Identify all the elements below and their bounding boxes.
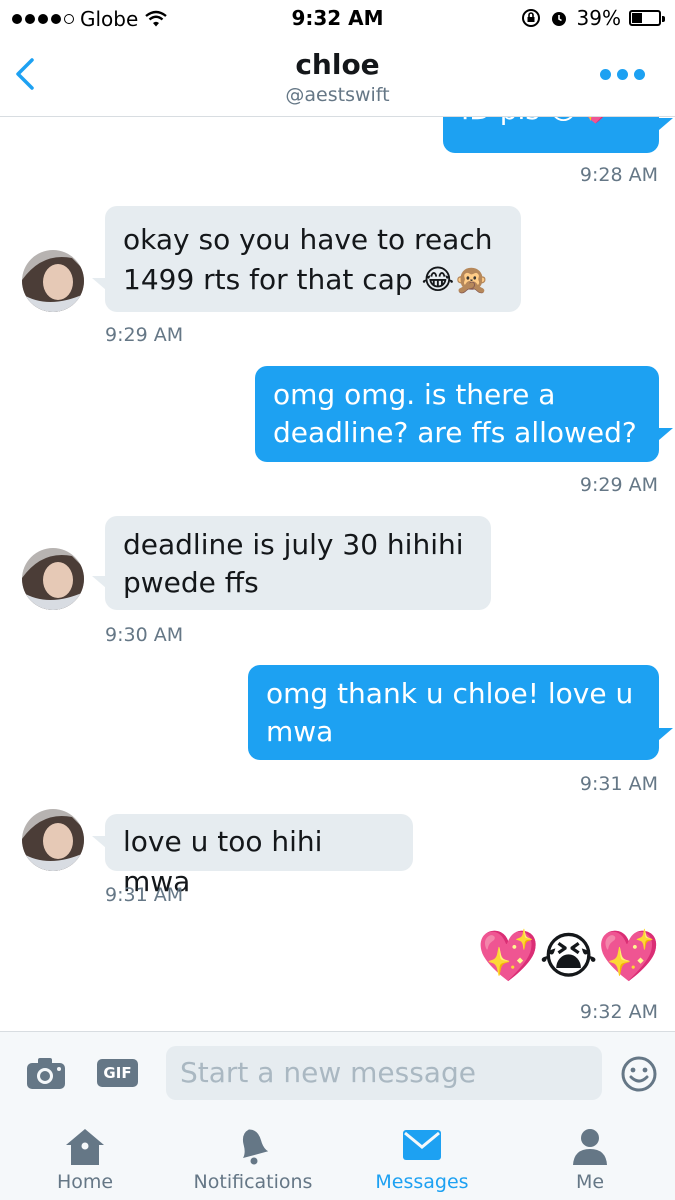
message-bubble-outgoing[interactable]: omg omg. is there a deadline? are ffs al… xyxy=(255,366,659,462)
message-bubble-outgoing[interactable]: ID pls 😳💖 xyxy=(443,116,659,153)
message-emoji-only[interactable]: 💖😭💖 xyxy=(468,924,660,988)
camera-button[interactable] xyxy=(26,1056,66,1090)
tab-label: Messages xyxy=(375,1171,469,1193)
gif-label: GIF xyxy=(103,1064,132,1082)
avatar-photo xyxy=(22,809,84,871)
avatar-photo xyxy=(22,250,84,312)
home-icon xyxy=(66,1129,104,1165)
camera-icon xyxy=(27,1058,65,1089)
message-list[interactable]: ID pls 😳💖 9:28 AM okay so you have to re… xyxy=(0,116,675,1031)
envelope-icon xyxy=(403,1130,441,1160)
more-dot xyxy=(634,68,645,80)
avatar[interactable] xyxy=(22,250,84,312)
tab-bar: Home Notifications Messages Me xyxy=(0,1113,675,1200)
message-input[interactable]: Start a new message xyxy=(166,1046,602,1100)
rotation-lock-icon xyxy=(521,9,540,27)
message-timestamp: 9:29 AM xyxy=(105,324,184,346)
message-text: ID pls 😳💖 xyxy=(461,116,613,126)
emoji-button[interactable] xyxy=(620,1055,658,1093)
tab-label: Notifications xyxy=(193,1171,313,1193)
more-dot xyxy=(600,68,611,80)
more-dot xyxy=(617,68,628,80)
bubble-tail xyxy=(659,728,673,740)
avatar[interactable] xyxy=(22,809,84,871)
bubble-tail xyxy=(92,278,106,290)
message-bubble-incoming[interactable]: okay so you have to reach 1499 rts for t… xyxy=(105,206,521,312)
message-timestamp: 9:31 AM xyxy=(105,884,184,906)
conversation-header: chloe @aestswift xyxy=(0,38,675,117)
gif-button[interactable]: GIF xyxy=(97,1059,138,1087)
message-timestamp: 9:32 AM xyxy=(579,1001,658,1023)
message-text: okay so you have to reach 1499 rts for t… xyxy=(123,223,493,296)
message-bubble-outgoing[interactable]: omg thank u chloe! love u mwa xyxy=(248,665,659,760)
tab-home[interactable]: Home xyxy=(30,1113,140,1200)
message-bubble-incoming[interactable]: deadline is july 30 hihihi pwede ffs xyxy=(105,516,491,610)
conversation-name[interactable]: chloe xyxy=(0,48,675,81)
tab-label: Me xyxy=(575,1171,605,1193)
alarm-icon xyxy=(551,12,566,26)
battery-percent: 39% xyxy=(576,6,621,30)
bubble-tail xyxy=(659,118,673,130)
tab-messages[interactable]: Messages xyxy=(362,1113,482,1200)
message-timestamp: 9:30 AM xyxy=(105,624,184,646)
smiley-icon xyxy=(621,1056,657,1092)
message-text: omg omg. is there a deadline? are ffs al… xyxy=(273,378,637,449)
bubble-tail xyxy=(92,576,106,588)
battery-icon xyxy=(629,10,665,26)
status-right: 39% xyxy=(521,6,665,30)
tab-me[interactable]: Me xyxy=(550,1113,630,1200)
bubble-tail xyxy=(92,836,106,848)
bubble-tail xyxy=(659,428,673,440)
person-icon xyxy=(573,1129,607,1165)
tab-label: Home xyxy=(56,1171,114,1193)
message-timestamp: 9:31 AM xyxy=(579,773,658,795)
message-text: omg thank u chloe! love u mwa xyxy=(266,677,634,748)
message-text: deadline is july 30 hihihi pwede ffs xyxy=(123,528,464,599)
message-bubble-incoming[interactable]: love u too hihi mwa xyxy=(105,814,413,898)
bell-icon xyxy=(242,1129,269,1165)
avatar-photo xyxy=(22,548,84,610)
message-timestamp: 9:28 AM xyxy=(579,164,658,186)
tab-notifications[interactable]: Notifications xyxy=(183,1113,323,1200)
message-timestamp: 9:29 AM xyxy=(579,474,658,496)
conversation-handle: @aestswift xyxy=(285,84,390,106)
message-text: 💖😭💖 xyxy=(477,927,660,985)
more-options-button[interactable] xyxy=(597,66,645,82)
message-composer: GIF Start a new message xyxy=(0,1031,675,1114)
status-bar: Globe 9:32 AM 39% xyxy=(0,0,675,38)
avatar[interactable] xyxy=(22,548,84,610)
